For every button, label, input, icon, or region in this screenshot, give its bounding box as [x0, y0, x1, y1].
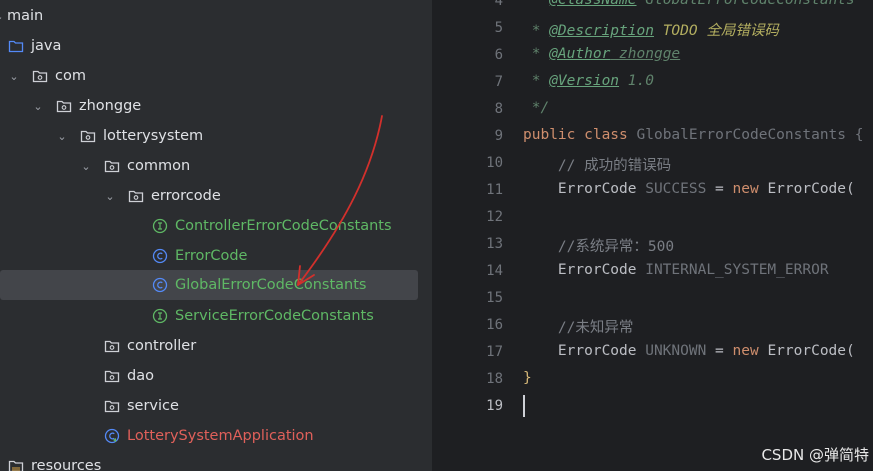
annotation-arrow: [297, 115, 383, 286]
watermark: CSDN @弹简特: [761, 446, 869, 464]
